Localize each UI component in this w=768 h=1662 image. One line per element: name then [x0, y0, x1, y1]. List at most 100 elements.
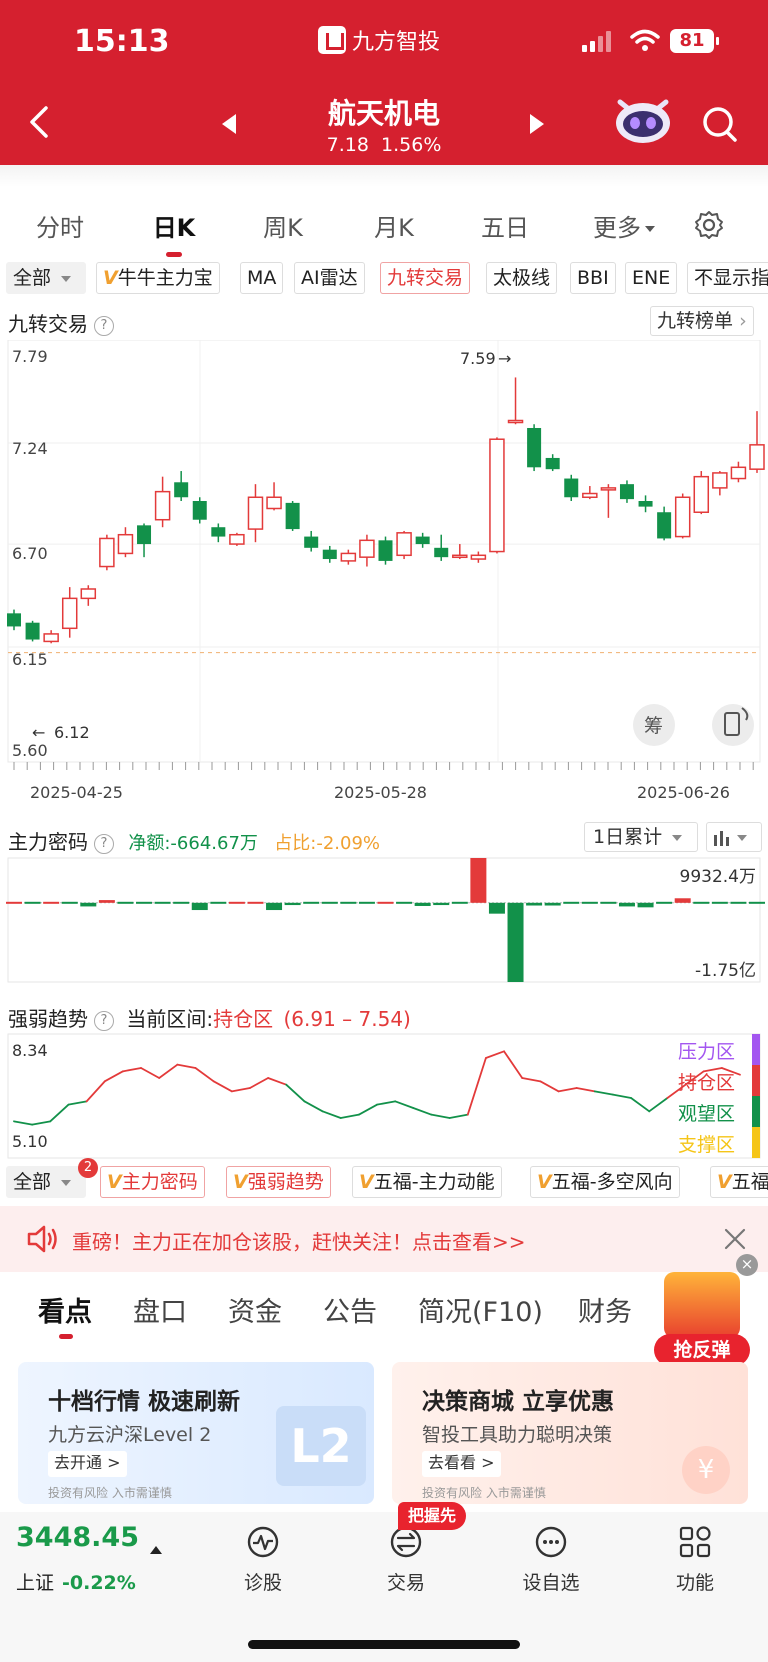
nav-diagnose[interactable]: 诊股	[218, 1524, 308, 1595]
close-icon[interactable]	[724, 1228, 746, 1250]
promo-open-button[interactable]: 去开通 >	[48, 1451, 127, 1477]
trend-segment	[521, 1077, 542, 1083]
chip-wufu-direction[interactable]: V五福-多空风向	[530, 1166, 680, 1198]
candle-body-down	[285, 502, 300, 530]
date-label-2: 2025-05-28	[334, 783, 427, 802]
zone-watch-label: 观望区	[678, 1103, 736, 1125]
chip-wufu-momentum[interactable]: V五福-主力动能	[352, 1166, 502, 1198]
tab-daily-k[interactable]: 日K	[120, 208, 228, 257]
tab-highlights[interactable]: 看点	[38, 1290, 92, 1329]
mf-bar-outflow	[396, 901, 413, 904]
chip-nine-turn[interactable]: 九转交易	[380, 262, 471, 294]
tab-intraday[interactable]: 分时	[0, 208, 120, 243]
chip-niuniu[interactable]: V牛牛主力宝	[96, 262, 220, 294]
chip-ma[interactable]: MA	[240, 262, 284, 294]
mf-bar-outflow	[656, 901, 673, 904]
chip-hide-indicator[interactable]: 不显示指	[687, 262, 768, 294]
help-icon[interactable]: ?	[94, 1010, 114, 1031]
subindicator-filter-dropdown[interactable]: 全部	[6, 1166, 86, 1198]
robot-assistant-icon[interactable]	[614, 98, 672, 144]
mf-bar-outflow	[191, 902, 208, 911]
trend-segment	[303, 1100, 324, 1113]
chip-distribution-button[interactable]: 筹	[633, 704, 675, 746]
trend-segment	[122, 1067, 142, 1073]
kline-chart[interactable]: 7.79 7.24 6.70 6.15 5.60 7.59 → ← 6.12 2…	[0, 340, 768, 810]
candle-body-up	[266, 496, 282, 510]
float-close-icon[interactable]: ×	[736, 1254, 758, 1276]
mf-bar-outflow	[544, 902, 561, 906]
chip-trend[interactable]: V强弱趋势	[226, 1166, 331, 1198]
index-info[interactable]: 上证 -0.22%	[16, 1568, 136, 1595]
candle-body-up	[730, 466, 747, 480]
candle-body-down	[192, 501, 207, 520]
search-icon[interactable]	[700, 104, 740, 144]
tab-f10[interactable]: 简况(F10)	[418, 1290, 543, 1329]
mf-bar-outflow	[711, 901, 728, 904]
promo-view-button[interactable]: 去看看 >	[422, 1451, 501, 1477]
v-badge-icon: V	[717, 1171, 732, 1193]
chart-type-dropdown[interactable]	[706, 822, 762, 852]
candle-body-down	[564, 478, 579, 498]
promo-card-mall[interactable]: 决策商城 立享优惠 智投工具助力聪明决策 去看看 > 投资有风险 入市需谨慎 ¥	[392, 1362, 748, 1504]
trend-segment	[557, 1087, 578, 1093]
settings-gear-icon[interactable]	[694, 210, 724, 240]
nav-add-watchlist[interactable]: 设自选	[506, 1524, 596, 1595]
tab-market-depth[interactable]: 盘口	[133, 1290, 187, 1329]
tab-monthly-k[interactable]: 月K	[338, 208, 450, 243]
candle-body-down	[415, 536, 430, 545]
mf-min-label: -1.75亿	[695, 961, 756, 981]
nav-functions[interactable]: 功能	[650, 1524, 740, 1595]
chip-ene[interactable]: ENE	[625, 262, 678, 294]
indicator-filter-label: 全部	[13, 267, 52, 289]
candle-body-down	[378, 540, 393, 561]
rank-list-button[interactable]: 九转榜单 ›	[650, 306, 754, 336]
promo-card-level2[interactable]: 十档行情 极速刷新 九方云沪深Level 2 去开通 > 投资有风险 入市需谨慎…	[18, 1362, 374, 1504]
date-label-3: 2025-06-26	[637, 783, 730, 802]
mf-bar-outflow	[581, 901, 598, 904]
next-stock-button[interactable]	[530, 114, 544, 134]
landscape-toggle-icon[interactable]	[712, 704, 754, 746]
trend-max-label: 8.34	[12, 1041, 48, 1060]
v-badge-icon: V	[233, 1171, 248, 1193]
indicator-filter-dropdown[interactable]: 全部	[6, 262, 86, 294]
tab-more[interactable]: 更多	[560, 208, 688, 243]
chip-taiji[interactable]: 太极线	[486, 262, 558, 294]
mf-max-label: 9932.4万	[680, 867, 756, 887]
trend-chart[interactable]: 8.34 5.10	[0, 1032, 768, 1160]
tab-weekly-k[interactable]: 周K	[228, 208, 338, 243]
v-badge-icon: V	[359, 1171, 374, 1193]
period-accumulate-dropdown[interactable]: 1日累计	[584, 822, 698, 852]
chip-bbi[interactable]: BBI	[570, 262, 616, 294]
main-force-chart[interactable]: 9932.4万 -1.75亿	[0, 856, 768, 984]
nav-trade[interactable]: 交易	[361, 1524, 451, 1595]
candle-body-up	[582, 492, 598, 499]
notification-badge: 2	[78, 1158, 98, 1178]
chip-ai-radar[interactable]: AI雷达	[294, 262, 365, 294]
float-promo-widget[interactable]: × 抢反弹	[650, 1254, 758, 1374]
mf-bar-outflow	[266, 902, 283, 911]
battery-indicator: 81	[670, 29, 719, 53]
tab-announcements[interactable]: 公告	[323, 1290, 377, 1329]
index-value[interactable]: 3448.45	[16, 1522, 139, 1553]
chip-wufu[interactable]: V五福	[710, 1166, 768, 1198]
trend-segment	[412, 1107, 433, 1116]
candle-body-up	[507, 419, 524, 424]
mf-bar-inflow	[674, 898, 691, 903]
mf-bar-inflow	[228, 901, 245, 904]
tab-capital[interactable]: 资金	[228, 1290, 282, 1329]
tab-financials[interactable]: 财务	[578, 1290, 632, 1329]
candle-body-up	[693, 475, 710, 513]
help-icon[interactable]: ?	[94, 315, 114, 336]
main-force-title: 主力密码	[8, 830, 88, 854]
candle-body-up	[154, 490, 171, 521]
caret-up-icon[interactable]	[150, 1546, 162, 1554]
mf-bar-outflow	[154, 901, 171, 904]
chip-label: 五福-主力动能	[373, 1171, 495, 1193]
tab-five-day[interactable]: 五日	[450, 208, 560, 243]
promo-risk-note: 投资有风险 入市需谨慎	[422, 1486, 546, 1500]
help-icon[interactable]: ?	[94, 833, 114, 854]
speaker-icon	[27, 1225, 57, 1253]
mf-bar-inflow	[247, 901, 264, 904]
chip-main-force[interactable]: V主力密码	[100, 1166, 205, 1198]
candle-body-down	[527, 427, 542, 468]
